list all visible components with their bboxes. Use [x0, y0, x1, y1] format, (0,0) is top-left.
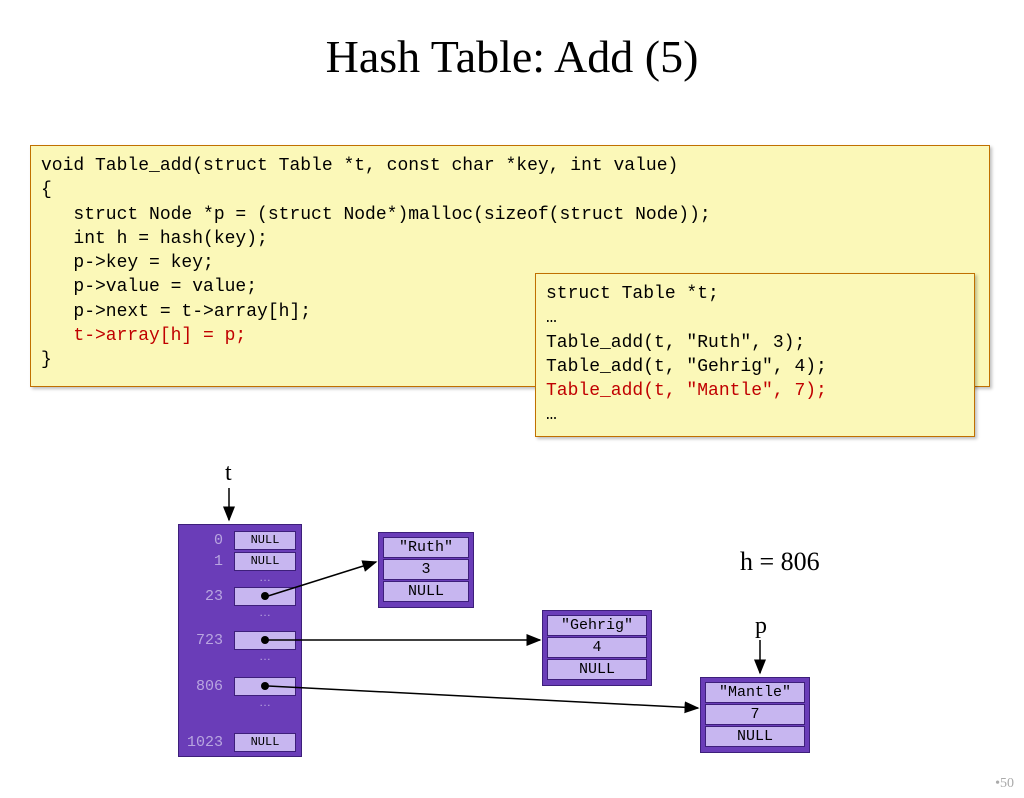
node-value: 3: [383, 559, 469, 580]
code-line: p->key = key;: [41, 253, 214, 273]
ht-index: 23: [179, 587, 229, 607]
label-p: p: [755, 613, 767, 640]
label-h: h = 806: [740, 547, 820, 577]
ht-index: 1023: [179, 733, 229, 753]
dot-icon: [261, 682, 269, 690]
ht-ellipsis: …: [234, 651, 296, 665]
ht-cell-pointer: [234, 631, 296, 650]
code-line-highlight: t->array[h] = p;: [41, 326, 246, 346]
hashtable-array: 0 NULL 1 NULL … 23 … 723 … 806 … 1023 NU…: [178, 524, 302, 757]
code-line: …: [546, 405, 557, 425]
code-line: Table_add(t, "Ruth", 3);: [546, 333, 805, 353]
code-line: void Table_add(struct Table *t, const ch…: [41, 156, 678, 176]
ht-cell-null: NULL: [234, 733, 296, 752]
node-mantle: "Mantle" 7 NULL: [700, 677, 810, 753]
code-line: {: [41, 180, 52, 200]
slide-number: •50: [995, 776, 1014, 792]
node-key: "Mantle": [705, 682, 805, 703]
ht-ellipsis: …: [234, 607, 296, 621]
ht-ellipsis: …: [234, 697, 296, 711]
ht-index: 723: [179, 631, 229, 651]
label-t: t: [225, 460, 232, 487]
code-line: struct Table *t;: [546, 284, 719, 304]
node-key: "Gehrig": [547, 615, 647, 636]
diagram: t h = 806 p 0 NULL 1 NULL … 23 … 723 … 8…: [0, 460, 1024, 798]
code-line: p->next = t->array[h];: [41, 302, 311, 322]
ht-cell-null: NULL: [234, 531, 296, 550]
code-line: struct Node *p = (struct Node*)malloc(si…: [41, 205, 711, 225]
node-value: 7: [705, 704, 805, 725]
node-gehrig: "Gehrig" 4 NULL: [542, 610, 652, 686]
ht-ellipsis: …: [234, 572, 296, 586]
ht-index: 806: [179, 677, 229, 697]
node-value: 4: [547, 637, 647, 658]
node-ruth: "Ruth" 3 NULL: [378, 532, 474, 608]
slide-title: Hash Table: Add (5): [0, 30, 1024, 83]
node-next: NULL: [705, 726, 805, 747]
dot-icon: [261, 636, 269, 644]
ht-cell-pointer: [234, 677, 296, 696]
arrows-svg: [0, 460, 1024, 798]
node-next: NULL: [547, 659, 647, 680]
dot-icon: [261, 592, 269, 600]
ht-cell-pointer: [234, 587, 296, 606]
ht-index: 0: [179, 531, 229, 551]
code-line: int h = hash(key);: [41, 229, 268, 249]
node-next: NULL: [383, 581, 469, 602]
code-box-usage: struct Table *t; … Table_add(t, "Ruth", …: [535, 273, 975, 437]
code-line: Table_add(t, "Gehrig", 4);: [546, 357, 827, 377]
code-line-highlight: Table_add(t, "Mantle", 7);: [546, 381, 827, 401]
node-key: "Ruth": [383, 537, 469, 558]
ht-index: 1: [179, 552, 229, 572]
ht-cell-null: NULL: [234, 552, 296, 571]
code-line: p->value = value;: [41, 277, 257, 297]
code-line: …: [546, 308, 557, 328]
code-line: }: [41, 350, 52, 370]
